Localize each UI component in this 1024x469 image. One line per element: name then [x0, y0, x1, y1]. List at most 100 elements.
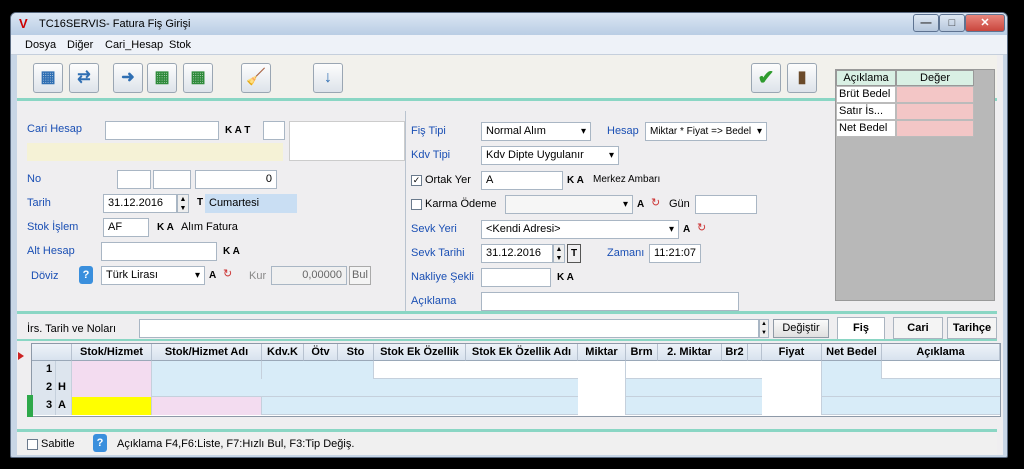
help-icon[interactable]: ? — [93, 434, 107, 452]
ortak-yer-input[interactable]: A — [481, 171, 563, 190]
exit-icon[interactable]: ▮ — [787, 63, 817, 93]
tarih-today-button[interactable]: T — [197, 197, 203, 208]
confirm-icon[interactable]: ✔ — [751, 63, 781, 93]
stok-islem-input[interactable]: AF — [103, 218, 149, 237]
row-flag: H — [56, 379, 72, 397]
gun-input[interactable] — [695, 195, 757, 214]
irs-spinner[interactable]: ▲ ▼ — [759, 319, 769, 338]
sevk-tarihi-spinner[interactable]: ▲ ▼ — [553, 244, 565, 263]
tab-tarihce[interactable]: Tarihçe — [947, 317, 997, 339]
sevk-today-button[interactable]: T — [567, 244, 581, 263]
kdv-tipi-select[interactable]: Kdv Dipte Uygulanır — [481, 146, 619, 165]
refresh-icon[interactable]: ⇄ — [69, 63, 99, 93]
col-fiyat[interactable]: Fiyat — [762, 344, 822, 361]
karma-odeme-checkbox[interactable] — [411, 199, 422, 210]
no-prefix-input[interactable] — [117, 170, 151, 189]
ortak-yer-checkbox[interactable]: ✓ — [411, 175, 422, 186]
table-row[interactable]: 1 — [32, 361, 1000, 379]
cell-miktar[interactable] — [578, 397, 626, 415]
broom-icon[interactable]: 🧹 — [241, 63, 271, 93]
doviz-select[interactable]: Türk Lirası — [101, 266, 205, 285]
table-refresh-icon[interactable]: ▦ — [183, 63, 213, 93]
help-icon[interactable]: ? — [79, 266, 93, 284]
close-button[interactable]: ✕ — [965, 14, 1005, 32]
col-stok-hizmet[interactable]: Stok/Hizmet — [72, 344, 152, 361]
menu-stok[interactable]: Stok — [169, 39, 191, 51]
sevk-refresh-icon[interactable]: ↻ — [697, 221, 706, 234]
cell-miktar[interactable] — [578, 379, 626, 397]
col-sto[interactable]: Sto — [338, 344, 374, 361]
doviz-a-button[interactable]: A — [209, 270, 216, 281]
karma-a-button[interactable]: A — [637, 199, 644, 210]
table-edit-icon[interactable]: ▦ — [147, 63, 177, 93]
menu-cari-hesap[interactable]: Cari_Hesap — [105, 39, 163, 51]
tab-fis[interactable]: Fiş — [837, 317, 885, 339]
nakliye-input[interactable] — [481, 268, 551, 287]
col-2-miktar[interactable]: 2. Miktar — [658, 344, 722, 361]
col-aciklama[interactable]: Açıklama — [882, 344, 1000, 361]
fis-tipi-select[interactable]: Normal Alım — [481, 122, 591, 141]
col-stok-ek-ozellik[interactable]: Stok Ek Özellik — [374, 344, 466, 361]
menu-diger[interactable]: Diğer — [67, 39, 93, 51]
cari-hesap-input[interactable] — [105, 121, 219, 140]
cari-name-bar — [27, 143, 283, 161]
cell-stok[interactable] — [72, 361, 152, 379]
cell-stok[interactable] — [72, 379, 152, 397]
col-miktar[interactable]: Miktar — [578, 344, 626, 361]
next-icon[interactable]: ➜ — [113, 63, 143, 93]
bul-button[interactable]: Bul — [349, 266, 371, 285]
cari-kat-buttons[interactable]: K A T — [225, 125, 250, 136]
alt-hesap-ka-buttons[interactable]: K A — [223, 246, 240, 257]
tarih-spinner[interactable]: ▲ ▼ — [177, 194, 189, 213]
table-row[interactable]: 2 H — [32, 379, 1000, 397]
tarih-input[interactable]: 31.12.2016 — [103, 194, 177, 213]
title-bar[interactable]: V TC16SERVIS- Fatura Fiş Girişi — □ ✕ — [11, 13, 1007, 35]
cell-stok-adi[interactable] — [152, 361, 262, 379]
cari-code-input[interactable] — [263, 121, 285, 140]
col-kdv[interactable]: Kdv.K — [262, 344, 304, 361]
sevk-a-button[interactable]: A — [683, 224, 690, 235]
maximize-button[interactable]: □ — [939, 14, 965, 32]
stok-islem-ka-buttons[interactable]: K A — [157, 222, 174, 233]
cell-miktar[interactable] — [578, 361, 626, 379]
kur-input[interactable]: 0,00000 — [271, 266, 347, 285]
grid-refresh-icon[interactable]: ▦ — [33, 63, 63, 93]
col-stok-ek-ozellik-adi[interactable]: Stok Ek Özellik Adı — [466, 344, 578, 361]
cell-vat[interactable] — [262, 361, 374, 379]
col-br2[interactable]: Br2 — [722, 344, 748, 361]
cell-stok-adi[interactable] — [152, 397, 262, 415]
sabitle-checkbox[interactable] — [27, 439, 38, 450]
minimize-button[interactable]: — — [913, 14, 939, 32]
zamani-input[interactable]: 11:21:07 — [649, 244, 701, 263]
doviz-refresh-icon[interactable]: ↻ — [223, 267, 232, 280]
no-series-input[interactable] — [153, 170, 191, 189]
cell-fiyat[interactable] — [762, 361, 822, 379]
alt-hesap-input[interactable] — [101, 242, 217, 261]
menu-dosya[interactable]: Dosya — [25, 39, 56, 51]
cell-fiyat[interactable] — [762, 397, 822, 415]
karma-refresh-icon[interactable]: ↻ — [651, 196, 660, 209]
karma-odeme-label: Karma Ödeme — [425, 198, 497, 210]
sevk-yeri-select[interactable]: <Kendi Adresi> — [481, 220, 679, 239]
aciklama-input[interactable] — [481, 292, 739, 311]
col-otv[interactable]: Ötv — [304, 344, 338, 361]
cell-fiyat[interactable] — [762, 379, 822, 397]
col-stok-hizmet-adi[interactable]: Stok/Hizmet Adı — [152, 344, 262, 361]
status-bar: Sabitle ? Açıklama F4,F6:Liste, F7:Hızlı… — [17, 429, 997, 455]
nakliye-ka-buttons[interactable]: K A — [557, 272, 574, 283]
table-row[interactable]: 3 A — [32, 397, 1000, 415]
separator-2 — [17, 339, 997, 341]
ortak-yer-ka-buttons[interactable]: K A — [567, 175, 584, 186]
cell-stok-active[interactable] — [72, 397, 152, 415]
no-value-input[interactable]: 0 — [195, 170, 277, 189]
tab-cari[interactable]: Cari — [893, 317, 943, 339]
sevk-tarihi-input[interactable]: 31.12.2016 — [481, 244, 553, 263]
cell-net[interactable] — [822, 361, 882, 379]
sort-icon[interactable]: ↓ — [313, 63, 343, 93]
col-net-bedel[interactable]: Net Bedel — [822, 344, 882, 361]
col-brm[interactable]: Brm — [626, 344, 658, 361]
karma-odeme-select[interactable] — [505, 195, 633, 214]
degistir-button[interactable]: Değiştir — [773, 319, 829, 338]
irs-input[interactable] — [139, 319, 759, 338]
hesap-select[interactable]: Miktar * Fiyat => Bedel — [645, 122, 767, 141]
